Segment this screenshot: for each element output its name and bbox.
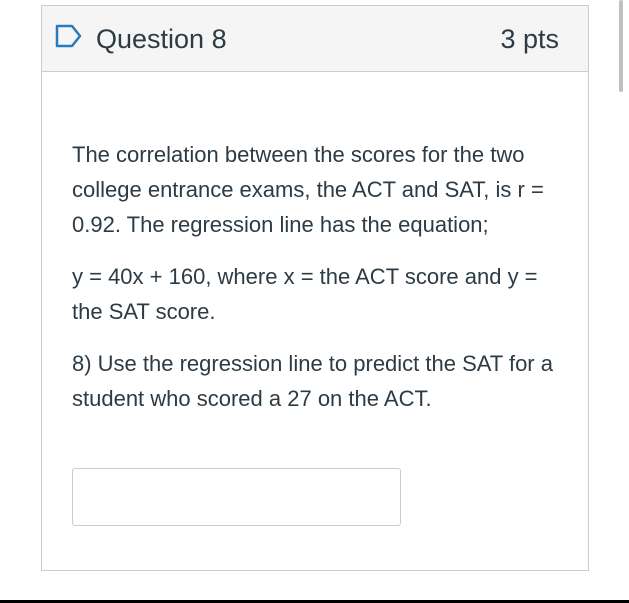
- question-points: 3 pts: [500, 24, 559, 54]
- question-header: Question 8 3 pts: [42, 6, 588, 72]
- question-card: Question 8 3 pts The correlation between…: [41, 5, 589, 571]
- answer-input[interactable]: [72, 468, 401, 526]
- question-title: Question 8: [96, 24, 227, 54]
- question-paragraph: y = 40x + 160, where x = the ACT score a…: [72, 264, 538, 324]
- question-paragraph: The correlation between the scores for t…: [72, 142, 544, 237]
- question-paragraph: 8) Use the regression line to predict th…: [72, 351, 553, 411]
- question-text: The correlation between the scores for t…: [72, 137, 562, 433]
- scrollbar-thumb[interactable]: [619, 0, 623, 92]
- flag-outline-icon[interactable]: [55, 24, 83, 48]
